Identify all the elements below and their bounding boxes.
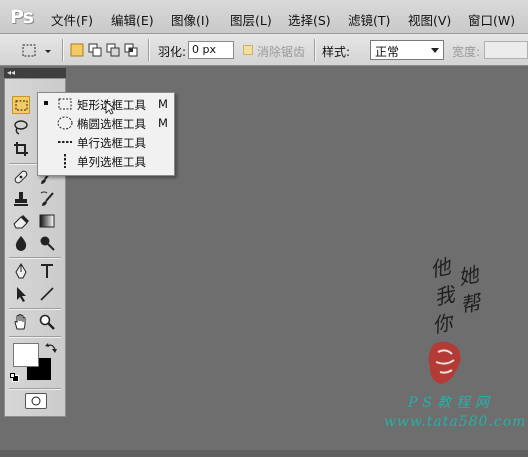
- mouse-cursor-icon: [105, 101, 115, 115]
- feather-input[interactable]: 0 px: [188, 41, 234, 59]
- menu-image[interactable]: 图像(I): [171, 10, 209, 29]
- gradient-tool[interactable]: [38, 212, 56, 230]
- clone-stamp-tool[interactable]: [12, 190, 30, 208]
- quick-mask-button[interactable]: [25, 393, 47, 409]
- menu-select[interactable]: 选择(S): [288, 10, 331, 29]
- options-bar: 羽化: 0 px 消除锯齿 样式: 正常 宽度:: [0, 34, 528, 66]
- options-divider: [314, 39, 315, 61]
- type-icon: [41, 264, 53, 278]
- ellipse-marquee-icon: [57, 116, 73, 130]
- single-row-marquee-icon: [58, 141, 72, 143]
- style-select-value: 正常: [375, 45, 400, 59]
- flyout-shortcut: M: [158, 116, 168, 130]
- add-to-selection-button[interactable]: [88, 43, 102, 57]
- type-tool[interactable]: [38, 262, 56, 280]
- line-icon: [40, 287, 54, 301]
- rect-marquee-icon: [15, 100, 28, 111]
- menu-bar: Ps 文件(F) 编辑(E) 图像(I) 图层(L) 选择(S) 滤镜(T) 视…: [0, 0, 528, 34]
- menu-edit[interactable]: 编辑(E): [111, 10, 154, 29]
- flyout-label: 单列选框工具: [77, 155, 146, 169]
- spot-healing-tool[interactable]: [12, 168, 30, 186]
- drop-icon: [15, 236, 27, 251]
- flyout-item-single-row-marquee[interactable]: 单行选框工具: [38, 132, 174, 151]
- bandage-icon: [14, 170, 28, 184]
- history-brush-icon: [40, 191, 54, 206]
- hand-icon: [14, 314, 26, 330]
- new-selection-button[interactable]: [70, 43, 84, 57]
- watermark-char: 你: [430, 310, 455, 338]
- watermark-char: 帮: [458, 290, 483, 318]
- chevron-down-icon: [431, 48, 439, 53]
- stamp-icon: [14, 192, 28, 206]
- line-tool[interactable]: [38, 285, 56, 303]
- lasso-tool[interactable]: [12, 118, 30, 136]
- menu-file[interactable]: 文件(F): [51, 10, 93, 29]
- rect-marquee-icon: [58, 98, 72, 110]
- style-label: 样式:: [322, 45, 351, 59]
- subtract-from-selection-button[interactable]: [106, 43, 120, 57]
- photoshop-logo: Ps: [10, 6, 34, 28]
- style-select[interactable]: 正常: [370, 40, 444, 60]
- collapse-arrows-icon: ◂◂: [7, 68, 16, 77]
- tools-divider: [9, 257, 61, 258]
- feather-label: 羽化:: [158, 45, 187, 59]
- history-brush-tool[interactable]: [38, 190, 56, 208]
- options-divider: [62, 39, 63, 61]
- watermark-url: www.tata580.com: [384, 414, 527, 430]
- menu-filter[interactable]: 滤镜(T): [348, 10, 390, 29]
- width-input[interactable]: [484, 41, 528, 59]
- options-divider: [148, 39, 149, 61]
- crop-tool[interactable]: [12, 140, 30, 158]
- crop-icon: [14, 142, 28, 156]
- flyout-shortcut: M: [158, 97, 168, 111]
- arrow-icon: [17, 287, 26, 302]
- width-label: 宽度:: [452, 45, 481, 59]
- watermark-site-name: PS教程网: [408, 395, 495, 411]
- blur-tool[interactable]: [12, 234, 30, 252]
- eraser-icon: [13, 215, 29, 229]
- dodge-icon: [40, 236, 55, 251]
- path-selection-tool[interactable]: [12, 285, 30, 303]
- hand-tool[interactable]: [12, 313, 30, 331]
- foreground-color-swatch[interactable]: [13, 343, 39, 367]
- watermark-char: 她: [456, 262, 481, 290]
- pen-icon: [15, 263, 27, 279]
- quick-mask-icon: [31, 396, 41, 406]
- single-column-marquee-icon: [64, 154, 66, 168]
- swap-colors-icon[interactable]: [45, 342, 57, 354]
- flyout-item-single-column-marquee[interactable]: 单列选框工具: [38, 151, 174, 170]
- tools-divider: [9, 336, 61, 337]
- watermark-char: 我: [432, 282, 457, 310]
- gradient-icon: [39, 214, 55, 228]
- tools-divider: [9, 388, 61, 389]
- red-seal-icon: [428, 341, 461, 384]
- rect-marquee-icon: [22, 44, 51, 57]
- antialias-checkbox[interactable]: [243, 45, 253, 55]
- eraser-tool[interactable]: [12, 212, 30, 230]
- default-colors-icon[interactable]: [10, 373, 20, 383]
- flyout-label: 单行选框工具: [77, 136, 146, 150]
- selected-bullet-icon: [44, 101, 48, 105]
- menu-layer[interactable]: 图层(L): [230, 10, 272, 29]
- antialias-label: 消除锯齿: [257, 45, 306, 59]
- marquee-tool-flyout: 矩形选框工具 M 椭圆选框工具 M 单行选框工具 单列选框工具: [37, 92, 175, 176]
- dodge-tool[interactable]: [38, 234, 56, 252]
- menu-view[interactable]: 视图(V): [408, 10, 451, 29]
- tools-divider: [9, 308, 61, 309]
- rect-marquee-tool[interactable]: [12, 96, 30, 114]
- zoom-tool[interactable]: [38, 313, 56, 331]
- bottom-strip: [0, 450, 528, 457]
- lasso-icon: [14, 120, 28, 135]
- magnifier-icon: [39, 314, 55, 330]
- pen-tool[interactable]: [12, 262, 30, 280]
- menu-window[interactable]: 窗口(W): [468, 10, 515, 29]
- panel-collapse-strip[interactable]: ◂◂: [4, 68, 66, 78]
- intersect-selection-button[interactable]: [124, 43, 138, 57]
- flyout-label: 椭圆选框工具: [77, 117, 146, 131]
- flyout-item-ellipse-marquee[interactable]: 椭圆选框工具 M: [38, 113, 174, 132]
- tool-preset-picker[interactable]: [20, 42, 54, 60]
- watermark: 他 她 我 帮 你 PS教程网 www.tata580.com: [372, 250, 528, 440]
